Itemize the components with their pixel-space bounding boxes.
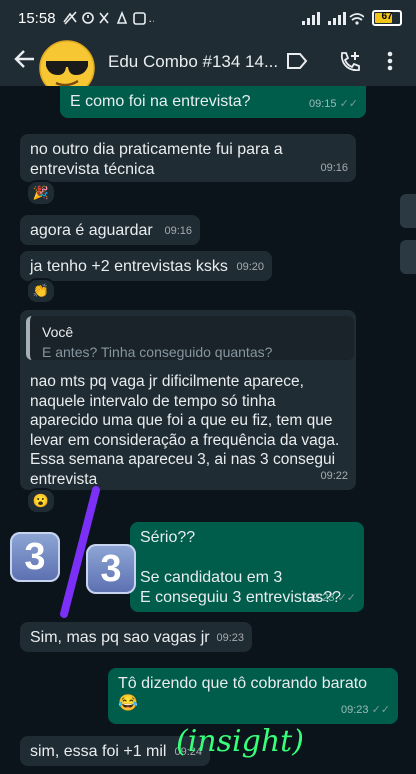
message-text-line: naquele intervalo de tempo só tinha bbox=[30, 392, 276, 410]
label-tag-icon[interactable] bbox=[286, 52, 308, 75]
message-text: Sim, mas pq sao vagas jr bbox=[30, 629, 210, 646]
message-meta: 09:23 ✓✓ bbox=[341, 700, 390, 720]
handwritten-insight-scribble: (insight) bbox=[176, 724, 304, 759]
message-incoming[interactable]: agora é aguardar 09:16 bbox=[20, 215, 200, 245]
quoted-message[interactable]: Você E antes? Tinha conseguido quantas? bbox=[26, 316, 354, 360]
message-time: 09:23 bbox=[216, 632, 244, 644]
signal-icon bbox=[302, 12, 364, 25]
status-time: 15:58 bbox=[18, 10, 56, 27]
message-text-line: aparecido uma que foi a que eu fiz, tem … bbox=[30, 412, 333, 429]
message-text: sim, essa foi +1 mil bbox=[30, 743, 167, 760]
reaction-surprised-face[interactable]: 😮 bbox=[26, 488, 56, 514]
side-panel-handle[interactable] bbox=[400, 240, 416, 274]
message-incoming[interactable]: no outro dia praticamente fui para a ent… bbox=[20, 134, 356, 182]
svg-text:…: … bbox=[148, 11, 154, 25]
message-text-line: entrevista técnica bbox=[30, 161, 155, 178]
back-arrow-icon[interactable] bbox=[14, 48, 36, 77]
message-time: 09:23 bbox=[306, 592, 335, 604]
message-text-line: nao mts pq vaga jr dificilmente aparece, bbox=[30, 373, 304, 390]
message-incoming[interactable]: ja tenho +2 entrevistas ksks 09:20 bbox=[20, 251, 272, 281]
read-ticks-icon: ✓✓ bbox=[337, 592, 356, 604]
message-text-line: Sério?? bbox=[140, 529, 196, 546]
message-text-line: levar em consideração a frequência da va… bbox=[30, 431, 340, 449]
message-text: Tô dizendo que tô cobrando barato 😂 bbox=[118, 675, 368, 712]
message-time: 09:20 bbox=[236, 261, 264, 273]
battery-icon: 67 bbox=[372, 10, 402, 26]
notification-icons: … bbox=[63, 10, 160, 25]
message-time: 09:16 bbox=[320, 162, 348, 174]
message-text: agora é aguardar bbox=[30, 222, 153, 239]
status-right: 67 bbox=[302, 10, 402, 26]
more-options-icon[interactable] bbox=[386, 50, 394, 77]
add-call-icon[interactable] bbox=[338, 50, 362, 79]
message-text: ja tenho +2 entrevistas ksks bbox=[30, 258, 228, 275]
message-time: 09:22 bbox=[320, 470, 348, 482]
message-incoming-reply[interactable]: Você E antes? Tinha conseguido quantas? … bbox=[20, 310, 356, 490]
message-outgoing[interactable]: Sério?? Se candidatou em 3 E conseguiu 3… bbox=[130, 522, 364, 612]
side-panel-handle[interactable] bbox=[400, 194, 416, 228]
status-bar: 15:58 … 67 bbox=[0, 0, 416, 38]
message-text-line: Se candidatou em 3 bbox=[140, 569, 283, 586]
reaction-clapping-hands[interactable]: 👏 bbox=[26, 278, 56, 304]
quote-text: E antes? Tinha conseguido quantas? bbox=[42, 344, 273, 360]
reaction-party-popper[interactable]: 🎉 bbox=[26, 180, 56, 206]
read-ticks-icon: ✓✓ bbox=[339, 98, 358, 110]
message-time: 09:23 bbox=[340, 704, 369, 716]
message-text: E como foi na entrevista? bbox=[70, 93, 251, 110]
purple-slash-stroke bbox=[60, 486, 100, 618]
keycap-three-emoji: 3 bbox=[10, 532, 60, 582]
message-time: 09:15 bbox=[308, 98, 337, 110]
message-outgoing[interactable]: E como foi na entrevista? 09:15 ✓✓ bbox=[60, 86, 366, 118]
read-ticks-icon: ✓✓ bbox=[371, 704, 390, 716]
chat-title[interactable]: Edu Combo #134 14... bbox=[108, 52, 278, 72]
battery-text: 67 bbox=[381, 11, 393, 22]
status-notification-icons: … bbox=[62, 10, 160, 29]
message-meta: 09:23 ✓✓ bbox=[307, 588, 356, 608]
message-meta: 09:15 ✓✓ bbox=[309, 94, 358, 114]
chat-header: Edu Combo #134 14... bbox=[0, 38, 416, 96]
quote-author: Você bbox=[42, 324, 74, 340]
message-text-line: Essa semana apareceu 3, ai nas 3 consegu… bbox=[30, 451, 336, 468]
chat-area[interactable]: E como foi na entrevista? 09:15 ✓✓ no ou… bbox=[0, 86, 416, 774]
message-outgoing[interactable]: Tô dizendo que tô cobrando barato 😂 09:2… bbox=[108, 668, 398, 724]
message-incoming[interactable]: Sim, mas pq sao vagas jr 09:23 bbox=[20, 622, 252, 652]
message-body: nao mts pq vaga jr dificilmente aparece,… bbox=[30, 372, 339, 489]
message-time: 09:16 bbox=[164, 225, 192, 237]
message-text-line: no outro dia praticamente fui para a bbox=[30, 141, 283, 158]
